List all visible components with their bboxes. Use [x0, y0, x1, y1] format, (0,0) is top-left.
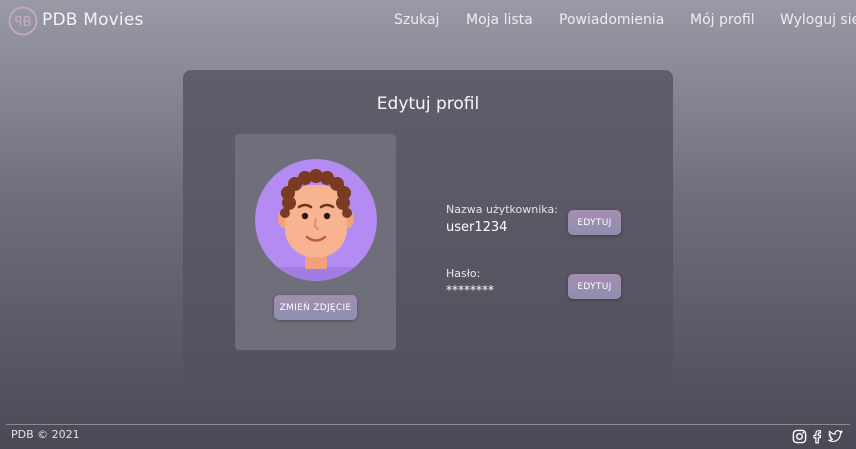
username-label: Nazwa użytkownika:: [446, 203, 558, 216]
edit-username-button[interactable]: EDYTUJ: [568, 210, 621, 235]
edit-profile-card: Edytuj profil ZMIEŃ ZDJĘCIE Nazwa użytko…: [183, 70, 673, 390]
password-label: Hasło:: [446, 267, 481, 280]
instagram-icon[interactable]: [792, 429, 807, 444]
nav-search[interactable]: Szukaj: [394, 12, 439, 28]
svg-text:ꟼB: ꟼB: [15, 15, 32, 30]
edit-password-button[interactable]: EDYTUJ: [568, 274, 621, 299]
brand-title[interactable]: PDB Movies: [42, 10, 144, 30]
avatar: [255, 159, 377, 281]
username-value: user1234: [446, 220, 508, 235]
nav-my-list[interactable]: Moja lista: [466, 12, 533, 28]
footer-divider: [6, 424, 850, 425]
avatar-panel: ZMIEŃ ZDJĘCIE: [235, 134, 396, 350]
nav-notifications[interactable]: Powiadomienia: [559, 12, 664, 28]
password-value: ********: [446, 283, 494, 297]
facebook-icon[interactable]: [811, 429, 826, 444]
nav-my-profile[interactable]: Mój profil: [690, 12, 755, 28]
change-photo-button[interactable]: ZMIEŃ ZDJĘCIE: [274, 295, 357, 320]
copyright-text: PDB © 2021: [11, 428, 80, 441]
logo-icon[interactable]: ꟼB: [8, 6, 38, 36]
twitter-icon[interactable]: [828, 429, 843, 444]
top-navigation-bar: ꟼB PDB Movies Szukaj Moja lista Powiadom…: [0, 0, 856, 44]
page-title: Edytuj profil: [376, 94, 480, 114]
nav-logout[interactable]: Wyloguj się: [780, 12, 856, 28]
